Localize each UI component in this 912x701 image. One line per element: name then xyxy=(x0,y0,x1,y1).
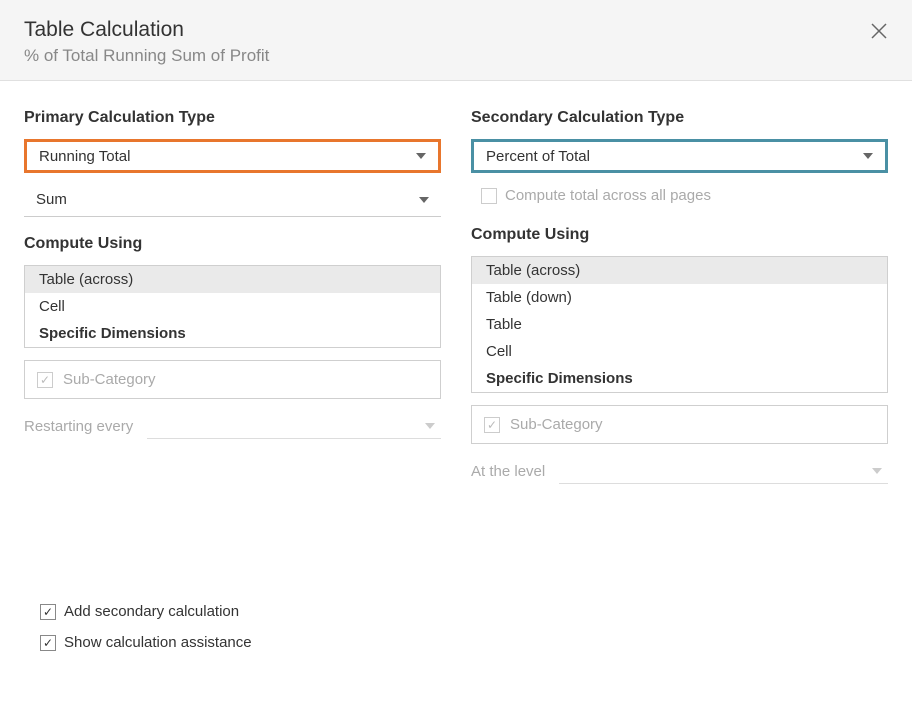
chevron-down-icon xyxy=(419,197,429,203)
primary-calc-type-value: Running Total xyxy=(39,148,130,165)
primary-heading: Primary Calculation Type xyxy=(24,109,441,127)
at-the-level-label: At the level xyxy=(471,463,545,480)
secondary-compute-listbox: Table (across) Table (down) Table Cell S… xyxy=(471,256,888,393)
restarting-every-dropdown[interactable] xyxy=(147,413,441,439)
chevron-down-icon xyxy=(416,153,426,159)
primary-subcategory-box: ✓ Sub-Category xyxy=(24,360,441,399)
close-button[interactable] xyxy=(870,22,888,40)
compute-all-pages-label: Compute total across all pages xyxy=(505,187,711,204)
primary-compute-option[interactable]: Specific Dimensions xyxy=(25,320,440,347)
show-assistance-row[interactable]: ✓ Show calculation assistance xyxy=(40,630,252,655)
primary-compute-option[interactable]: Table (across) xyxy=(25,266,440,293)
add-secondary-label: Add secondary calculation xyxy=(64,603,239,620)
secondary-compute-option[interactable]: Specific Dimensions xyxy=(472,365,887,392)
secondary-column: Secondary Calculation Type Percent of To… xyxy=(471,101,888,498)
compute-all-pages-checkbox[interactable] xyxy=(481,188,497,204)
compute-all-pages-row: Compute total across all pages xyxy=(471,183,888,218)
dialog-header: Table Calculation % of Total Running Sum… xyxy=(0,0,912,81)
dialog-subtitle: % of Total Running Sum of Profit xyxy=(24,46,888,66)
secondary-compute-option[interactable]: Cell xyxy=(472,338,887,365)
dialog-title: Table Calculation xyxy=(24,18,888,42)
primary-compute-heading: Compute Using xyxy=(24,235,441,253)
show-assistance-label: Show calculation assistance xyxy=(64,634,252,651)
footer-options: ✓ Add secondary calculation ✓ Show calcu… xyxy=(40,599,252,655)
secondary-subcategory-label: Sub-Category xyxy=(510,416,603,433)
add-secondary-row[interactable]: ✓ Add secondary calculation xyxy=(40,599,252,624)
secondary-calc-type-dropdown[interactable]: Percent of Total xyxy=(471,139,888,173)
dialog-body: Primary Calculation Type Running Total S… xyxy=(0,81,912,518)
secondary-compute-option[interactable]: Table xyxy=(472,311,887,338)
primary-column: Primary Calculation Type Running Total S… xyxy=(24,101,441,498)
checkbox-icon: ✓ xyxy=(484,417,500,433)
checkbox-icon: ✓ xyxy=(37,372,53,388)
primary-agg-value: Sum xyxy=(36,191,67,208)
restarting-every-row: Restarting every xyxy=(24,413,441,439)
primary-compute-listbox: Table (across) Cell Specific Dimensions xyxy=(24,265,441,348)
secondary-compute-option[interactable]: Table (down) xyxy=(472,284,887,311)
primary-compute-option[interactable]: Cell xyxy=(25,293,440,320)
at-the-level-row: At the level xyxy=(471,458,888,484)
chevron-down-icon xyxy=(863,153,873,159)
primary-subcategory-label: Sub-Category xyxy=(63,371,156,388)
secondary-calc-type-value: Percent of Total xyxy=(486,148,590,165)
chevron-down-icon xyxy=(872,468,882,474)
add-secondary-checkbox[interactable]: ✓ xyxy=(40,604,56,620)
secondary-compute-heading: Compute Using xyxy=(471,226,888,244)
chevron-down-icon xyxy=(425,423,435,429)
primary-calc-type-dropdown[interactable]: Running Total xyxy=(24,139,441,173)
secondary-compute-option[interactable]: Table (across) xyxy=(472,257,887,284)
restarting-every-label: Restarting every xyxy=(24,418,133,435)
show-assistance-checkbox[interactable]: ✓ xyxy=(40,635,56,651)
at-the-level-dropdown[interactable] xyxy=(559,458,888,484)
close-icon xyxy=(870,22,888,40)
secondary-heading: Secondary Calculation Type xyxy=(471,109,888,127)
secondary-subcategory-box: ✓ Sub-Category xyxy=(471,405,888,444)
primary-agg-dropdown[interactable]: Sum xyxy=(24,183,441,217)
